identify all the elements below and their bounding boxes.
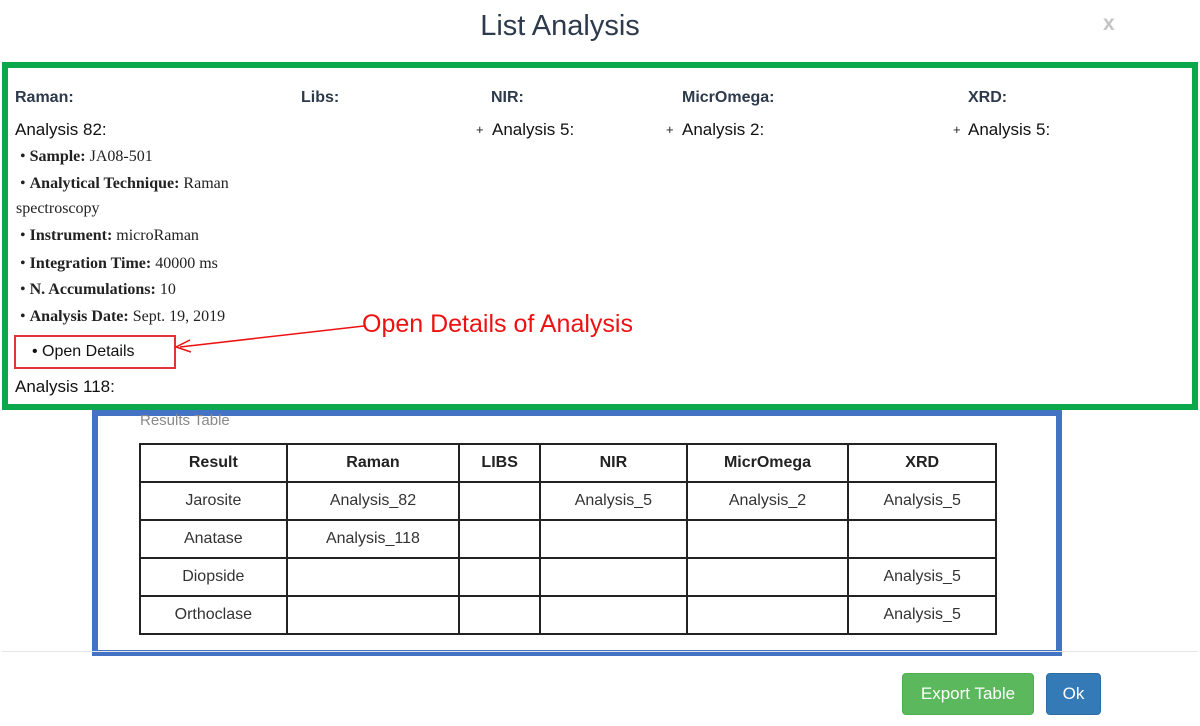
micromega-header: MicrOmega: bbox=[682, 89, 775, 106]
table-row: Jarosite Analysis_82 Analysis_5 Analysis… bbox=[139, 481, 997, 521]
close-icon[interactable]: x bbox=[1103, 12, 1115, 36]
table-cell bbox=[539, 557, 688, 597]
table-cell bbox=[685, 519, 850, 559]
detail-label: Analytical Technique: bbox=[29, 175, 180, 192]
xrd-expand-icon[interactable]: + bbox=[953, 122, 961, 137]
table-cell bbox=[685, 595, 850, 635]
table-cell bbox=[539, 595, 688, 635]
libs-header: Libs: bbox=[301, 89, 340, 106]
table-cell bbox=[285, 595, 461, 635]
nir-header: NIR: bbox=[491, 89, 524, 106]
modal-title: List Analysis bbox=[480, 10, 640, 42]
header-xrd: XRD bbox=[847, 443, 997, 483]
table-cell bbox=[685, 557, 850, 597]
table-cell bbox=[847, 519, 997, 559]
micromega-analysis-2[interactable]: Analysis 2: bbox=[682, 120, 764, 140]
table-cell: Analysis_118 bbox=[285, 519, 461, 559]
table-cell bbox=[458, 557, 542, 597]
detail-label: Sample: bbox=[29, 148, 86, 165]
table-cell: Analysis_5 bbox=[847, 557, 997, 597]
xrd-header: XRD: bbox=[968, 89, 1008, 106]
detail-value: 40000 ms bbox=[155, 255, 218, 272]
detail-instrument: • Instrument: microRaman bbox=[20, 227, 199, 244]
results-caption: Results Table bbox=[140, 412, 230, 429]
detail-value: JA08-501 bbox=[89, 148, 153, 165]
xrd-analysis-5[interactable]: Analysis 5: bbox=[968, 120, 1050, 140]
micromega-expand-icon[interactable]: + bbox=[666, 122, 674, 137]
table-cell: Analysis_2 bbox=[685, 481, 850, 521]
table-header-row: Result Raman LIBS NIR MicrOmega XRD bbox=[139, 443, 997, 483]
detail-value: microRaman bbox=[116, 227, 199, 244]
table-cell: Anatase bbox=[139, 519, 288, 559]
raman-header: Raman: bbox=[15, 89, 74, 106]
detail-label: Integration Time: bbox=[29, 255, 152, 272]
table-cell: Orthoclase bbox=[139, 595, 288, 635]
header-nir: NIR bbox=[539, 443, 688, 483]
table-cell bbox=[285, 557, 461, 597]
table-cell bbox=[458, 595, 542, 635]
detail-label: Instrument: bbox=[29, 227, 113, 244]
table-row: Diopside Analysis_5 bbox=[139, 557, 997, 597]
detail-label: Analysis Date: bbox=[29, 308, 129, 325]
header-micromega: MicrOmega bbox=[685, 443, 850, 483]
table-cell: Analysis_5 bbox=[539, 481, 688, 521]
detail-label: N. Accumulations: bbox=[29, 281, 156, 298]
footer-divider bbox=[2, 651, 1198, 652]
open-details-link[interactable]: • Open Details bbox=[32, 343, 135, 361]
table-cell bbox=[539, 519, 688, 559]
raman-analysis-118[interactable]: Analysis 118: bbox=[15, 377, 115, 397]
results-table: Result Raman LIBS NIR MicrOmega XRD Jaro… bbox=[139, 443, 997, 635]
detail-technique-cont: spectroscopy bbox=[16, 200, 100, 217]
header-raman: Raman bbox=[285, 443, 461, 483]
nir-expand-icon[interactable]: + bbox=[476, 122, 484, 137]
table-row: Orthoclase Analysis_5 bbox=[139, 595, 997, 635]
table-cell: Analysis_82 bbox=[285, 481, 461, 521]
annotation-arrow bbox=[174, 325, 365, 353]
annotation-label: Open Details of Analysis bbox=[362, 310, 633, 338]
table-cell bbox=[458, 519, 542, 559]
header-libs: LIBS bbox=[458, 443, 542, 483]
detail-technique: • Analytical Technique: Raman bbox=[20, 175, 229, 192]
detail-value: 10 bbox=[159, 281, 176, 298]
table-cell bbox=[458, 481, 542, 521]
detail-integration-time: • Integration Time: 40000 ms bbox=[20, 255, 218, 272]
header-result: Result bbox=[139, 443, 288, 483]
ok-button[interactable]: Ok bbox=[1046, 673, 1101, 715]
table-cell: Analysis_5 bbox=[847, 595, 997, 635]
detail-value: Raman bbox=[183, 175, 229, 192]
table-cell: Analysis_5 bbox=[847, 481, 997, 521]
table-row: Anatase Analysis_118 bbox=[139, 519, 997, 559]
raman-analysis-82[interactable]: Analysis 82: bbox=[15, 120, 107, 140]
table-cell: Diopside bbox=[139, 557, 288, 597]
export-table-button[interactable]: Export Table bbox=[902, 673, 1034, 715]
detail-sample: • Sample: JA08-501 bbox=[20, 148, 153, 165]
table-cell: Jarosite bbox=[139, 481, 288, 521]
nir-analysis-5[interactable]: Analysis 5: bbox=[492, 120, 574, 140]
detail-accumulations: • N. Accumulations: 10 bbox=[20, 281, 176, 298]
